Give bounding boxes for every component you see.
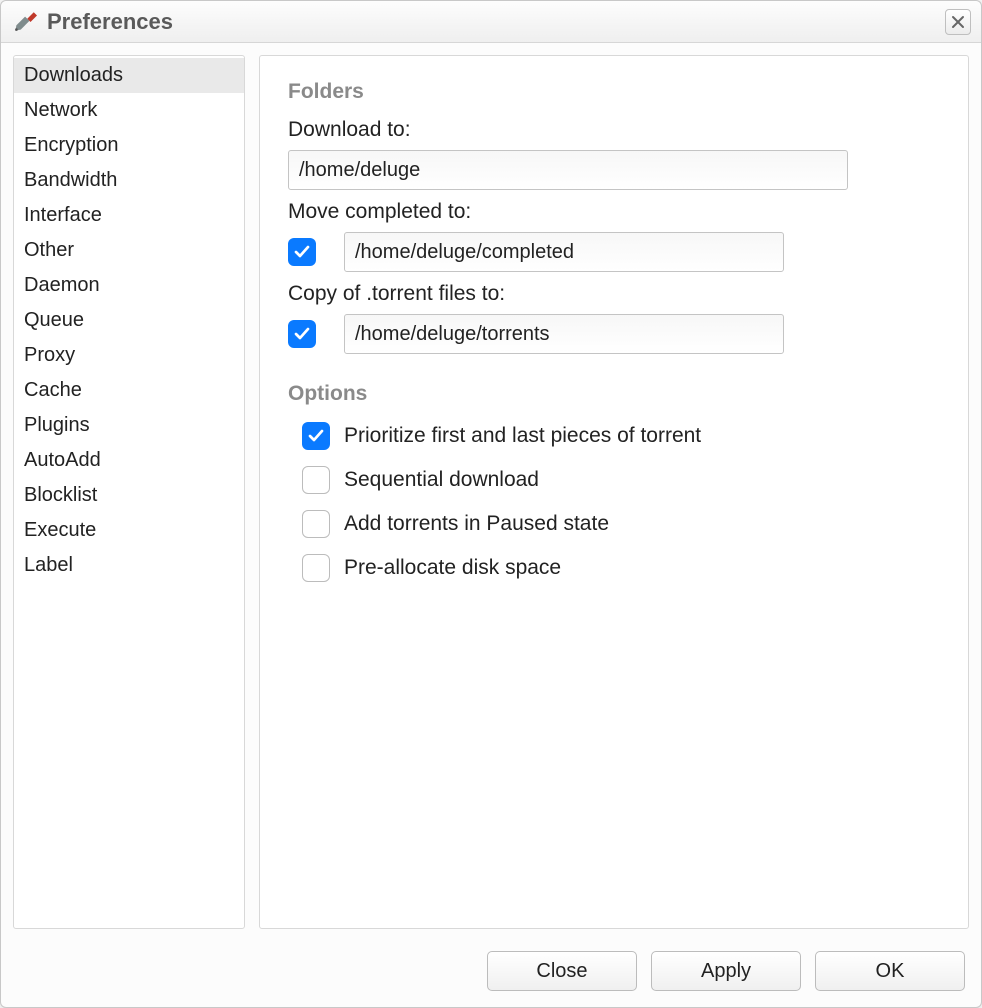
check-icon [293, 325, 311, 343]
option-preallocate-checkbox[interactable] [302, 554, 330, 582]
sidebar-item-proxy[interactable]: Proxy [14, 338, 244, 373]
sidebar-item-label: Bandwidth [24, 169, 117, 191]
sidebar-item-label: Plugins [24, 414, 90, 436]
titlebar: Preferences [1, 1, 981, 43]
move-completed-input[interactable] [344, 232, 784, 272]
close-icon [951, 15, 965, 29]
close-button-titlebar[interactable] [945, 9, 971, 35]
check-icon [307, 427, 325, 445]
sidebar-item-other[interactable]: Other [14, 233, 244, 268]
check-icon [293, 243, 311, 261]
sidebar-item-label: Interface [24, 204, 102, 226]
sidebar-item-autoadd[interactable]: AutoAdd [14, 443, 244, 478]
sidebar-item-label: Downloads [24, 64, 123, 86]
preferences-icon [11, 9, 37, 35]
sidebar-item-label: Blocklist [24, 484, 97, 506]
copy-torrent-checkbox[interactable] [288, 320, 316, 348]
sidebar-item-execute[interactable]: Execute [14, 513, 244, 548]
sidebar-item-cache[interactable]: Cache [14, 373, 244, 408]
apply-button[interactable]: Apply [651, 951, 801, 991]
copy-torrent-input[interactable] [344, 314, 784, 354]
sidebar-item-label: Daemon [24, 274, 100, 296]
option-prioritize-checkbox[interactable] [302, 422, 330, 450]
move-completed-checkbox[interactable] [288, 238, 316, 266]
download-to-label: Download to: [288, 118, 940, 142]
copy-torrent-label: Copy of .torrent files to: [288, 282, 940, 306]
sidebar-item-interface[interactable]: Interface [14, 198, 244, 233]
dialog-body: Downloads Network Encryption Bandwidth I… [1, 43, 981, 941]
option-preallocate-label: Pre-allocate disk space [344, 556, 561, 580]
sidebar-item-network[interactable]: Network [14, 93, 244, 128]
category-list: Downloads Network Encryption Bandwidth I… [13, 55, 245, 929]
sidebar-item-label: Cache [24, 379, 82, 401]
section-title-options: Options [288, 382, 940, 406]
option-sequential-label: Sequential download [344, 468, 539, 492]
option-sequential: Sequential download [302, 466, 940, 494]
download-to-input[interactable] [288, 150, 848, 190]
option-paused-checkbox[interactable] [302, 510, 330, 538]
sidebar-item-label: Network [24, 99, 97, 121]
option-paused: Add torrents in Paused state [302, 510, 940, 538]
sidebar-item-downloads[interactable]: Downloads [14, 58, 244, 93]
preferences-window: Preferences Downloads Network Encryption… [0, 0, 982, 1008]
sidebar-item-plugins[interactable]: Plugins [14, 408, 244, 443]
sidebar-item-encryption[interactable]: Encryption [14, 128, 244, 163]
ok-button[interactable]: OK [815, 951, 965, 991]
move-completed-label: Move completed to: [288, 200, 940, 224]
sidebar-item-label[interactable]: Label [14, 548, 244, 583]
sidebar-item-label: Encryption [24, 134, 119, 156]
option-paused-label: Add torrents in Paused state [344, 512, 609, 536]
sidebar-item-bandwidth[interactable]: Bandwidth [14, 163, 244, 198]
section-title-folders: Folders [288, 80, 940, 104]
sidebar-item-label: Proxy [24, 344, 75, 366]
sidebar-item-daemon[interactable]: Daemon [14, 268, 244, 303]
sidebar-item-blocklist[interactable]: Blocklist [14, 478, 244, 513]
sidebar-item-label: Label [24, 554, 73, 576]
content-panel: Folders Download to: Move completed to: … [259, 55, 969, 929]
close-button[interactable]: Close [487, 951, 637, 991]
option-prioritize-label: Prioritize first and last pieces of torr… [344, 424, 701, 448]
option-preallocate: Pre-allocate disk space [302, 554, 940, 582]
sidebar-item-label: Execute [24, 519, 96, 541]
dialog-footer: Close Apply OK [1, 941, 981, 1007]
sidebar-item-queue[interactable]: Queue [14, 303, 244, 338]
sidebar-item-label: Other [24, 239, 74, 261]
sidebar-item-label: Queue [24, 309, 84, 331]
sidebar-item-label: AutoAdd [24, 449, 101, 471]
window-title: Preferences [47, 9, 945, 35]
option-prioritize: Prioritize first and last pieces of torr… [302, 422, 940, 450]
option-sequential-checkbox[interactable] [302, 466, 330, 494]
